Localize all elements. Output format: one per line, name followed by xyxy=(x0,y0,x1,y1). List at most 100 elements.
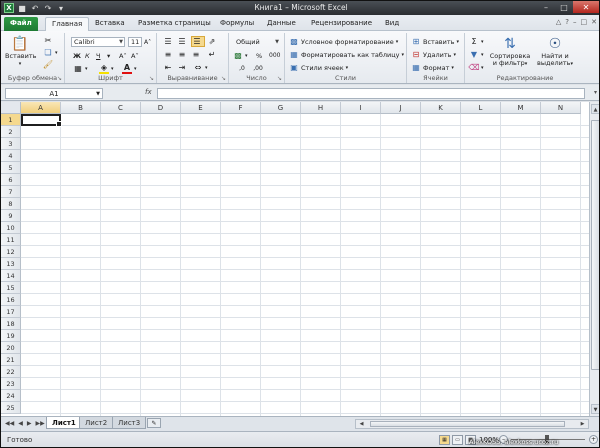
zoom-in-button[interactable]: + xyxy=(589,435,598,444)
cut-button[interactable]: ✂ xyxy=(43,35,55,46)
number-format-select[interactable]: Общий ▼ xyxy=(233,37,281,47)
vertical-scrollbar[interactable]: ▲ ▼ xyxy=(589,102,599,416)
horizontal-scrollbar[interactable]: ◀ ▶ xyxy=(355,419,589,429)
tab-review[interactable]: Рецензирование xyxy=(305,17,378,31)
row-header[interactable]: 21 xyxy=(1,354,21,366)
column-header[interactable]: J xyxy=(381,102,421,114)
help-icon[interactable]: ? xyxy=(565,18,569,26)
format-cells-button[interactable]: ▦ Формат ▾ xyxy=(411,62,454,73)
borders-button[interactable]: ▦ ▾ xyxy=(73,63,87,74)
font-size-select[interactable]: 11 xyxy=(128,37,142,47)
column-header[interactable]: L xyxy=(461,102,501,114)
row-header[interactable]: 9 xyxy=(1,210,21,222)
row-header[interactable]: 8 xyxy=(1,198,21,210)
italic-button[interactable]: К xyxy=(85,50,90,61)
sort-filter-button[interactable]: ⇅ Сортировка и фильтр▾ xyxy=(487,35,533,68)
expand-formula-bar-icon[interactable]: ▾ xyxy=(594,89,597,96)
underline-dropdown-icon[interactable]: ▾ xyxy=(107,50,110,61)
row-header[interactable]: 1 xyxy=(1,114,21,126)
thousands-button[interactable]: 000 xyxy=(269,50,280,61)
cell-grid[interactable] xyxy=(21,114,589,416)
cell-styles-button[interactable]: ▣ Стили ячеек ▾ xyxy=(289,62,348,73)
name-box[interactable]: A1 ▼ xyxy=(5,88,103,99)
font-launcher-icon[interactable]: ↘ xyxy=(149,75,154,82)
clear-button[interactable]: ⌫ ▾ xyxy=(468,62,483,73)
last-sheet-icon[interactable]: ▶▶ xyxy=(35,420,44,427)
font-shrink-icon[interactable]: A˅ xyxy=(131,50,139,61)
name-box-dropdown-icon[interactable]: ▼ xyxy=(96,89,100,99)
find-select-button[interactable]: ☉ Найти и выделить▾ xyxy=(535,35,575,68)
font-grow-icon[interactable]: A˄ xyxy=(119,50,127,61)
column-header[interactable]: C xyxy=(101,102,141,114)
row-header[interactable]: 5 xyxy=(1,162,21,174)
copy-button[interactable]: ❏ ▾ xyxy=(43,47,57,58)
align-middle-button[interactable]: ☰ xyxy=(177,36,189,47)
insert-cells-button[interactable]: ⊞ Вставить ▾ xyxy=(411,36,459,47)
scroll-down-icon[interactable]: ▼ xyxy=(591,404,599,414)
wrap-text-button[interactable]: ↵ xyxy=(207,49,219,60)
column-header[interactable]: K xyxy=(421,102,461,114)
row-header[interactable]: 4 xyxy=(1,150,21,162)
row-header[interactable]: 13 xyxy=(1,258,21,270)
row-header[interactable]: 15 xyxy=(1,282,21,294)
merge-center-button[interactable]: ⇔ ▾ xyxy=(193,62,208,73)
font-color-button[interactable]: A ▾ xyxy=(122,63,137,74)
align-center-button[interactable]: ≡ xyxy=(177,49,189,60)
autosum-button[interactable]: Σ ▾ xyxy=(469,36,483,47)
bold-button[interactable]: Ж xyxy=(73,50,81,61)
row-header[interactable]: 11 xyxy=(1,234,21,246)
row-header[interactable]: 20 xyxy=(1,342,21,354)
column-header[interactable]: F xyxy=(221,102,261,114)
row-header[interactable]: 23 xyxy=(1,378,21,390)
row-header[interactable]: 12 xyxy=(1,246,21,258)
scroll-right-icon[interactable]: ▶ xyxy=(578,420,587,428)
row-header[interactable]: 10 xyxy=(1,222,21,234)
increase-indent-button[interactable]: ⇥ xyxy=(177,62,189,73)
tab-data[interactable]: Данные xyxy=(261,17,302,31)
decrease-decimal-button[interactable]: ,00 xyxy=(253,63,265,74)
workbook-restore-icon[interactable]: □ xyxy=(581,18,588,26)
column-header[interactable]: D xyxy=(141,102,181,114)
row-header[interactable]: 25 xyxy=(1,402,21,414)
workbook-close-icon[interactable]: ✕ xyxy=(591,18,597,26)
format-as-table-button[interactable]: ▦ Форматировать как таблицу ▾ xyxy=(289,49,404,60)
select-all-button[interactable] xyxy=(1,102,21,114)
maximize-button[interactable]: □ xyxy=(555,1,573,13)
vertical-scroll-thumb[interactable] xyxy=(591,120,599,370)
decrease-indent-button[interactable]: ⇤ xyxy=(163,62,175,73)
column-header[interactable]: B xyxy=(61,102,101,114)
insert-sheet-button[interactable]: ✎ xyxy=(147,418,161,428)
tab-view[interactable]: Вид xyxy=(379,17,405,31)
row-header[interactable]: 7 xyxy=(1,186,21,198)
tab-page-layout[interactable]: Разметка страницы xyxy=(132,17,217,31)
row-header[interactable]: 24 xyxy=(1,390,21,402)
normal-view-button[interactable]: ▦ xyxy=(439,435,450,445)
row-header[interactable]: 19 xyxy=(1,330,21,342)
align-bottom-button[interactable]: ☰ xyxy=(191,36,205,47)
next-sheet-icon[interactable]: ▶ xyxy=(27,420,32,427)
row-header[interactable]: 14 xyxy=(1,270,21,282)
currency-button[interactable]: ▩ ▾ xyxy=(233,50,247,61)
tab-file[interactable]: Файл xyxy=(4,17,38,31)
minimize-button[interactable]: – xyxy=(537,1,555,13)
format-painter-button[interactable]: 🖌 xyxy=(43,59,55,70)
active-cell[interactable] xyxy=(21,114,62,127)
tab-formulas[interactable]: Формулы xyxy=(214,17,260,31)
prev-sheet-icon[interactable]: ◀ xyxy=(18,420,23,427)
alignment-launcher-icon[interactable]: ↘ xyxy=(221,75,226,82)
close-button[interactable]: ✕ xyxy=(573,1,599,13)
minimize-ribbon-icon[interactable]: △ xyxy=(556,18,561,26)
row-header[interactable]: 6 xyxy=(1,174,21,186)
row-header[interactable]: 16 xyxy=(1,294,21,306)
underline-button[interactable]: Ч xyxy=(96,50,100,61)
paste-button[interactable]: 📋 Вставить ▾ xyxy=(5,35,36,68)
insert-function-button[interactable]: fx xyxy=(145,88,152,96)
align-left-button[interactable]: ≡ xyxy=(163,49,175,60)
sheet-tab-1[interactable]: Лист1 xyxy=(46,417,82,429)
tab-home[interactable]: Главная xyxy=(45,17,90,31)
column-header[interactable]: G xyxy=(261,102,301,114)
percent-button[interactable]: % xyxy=(256,50,262,61)
fill-color-button[interactable]: ◈ ▾ xyxy=(99,63,114,74)
fill-button[interactable]: ▼ ▾ xyxy=(469,49,484,60)
scroll-up-icon[interactable]: ▲ xyxy=(591,104,599,114)
